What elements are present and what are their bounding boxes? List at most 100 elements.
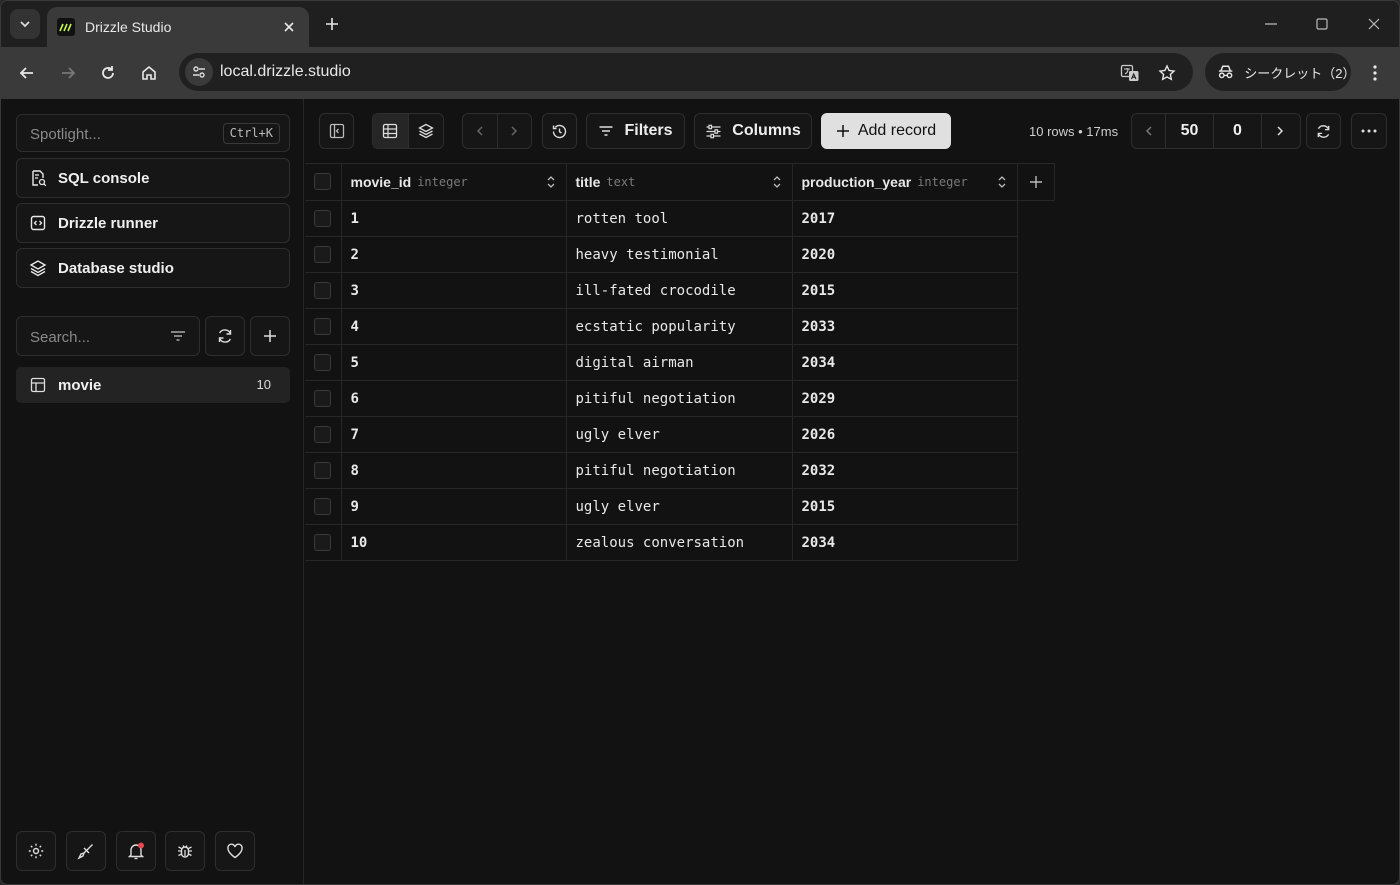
cell-title[interactable]: rotten tool bbox=[565, 200, 793, 237]
add-record-button[interactable]: Add record bbox=[821, 113, 951, 149]
translate-icon[interactable] bbox=[1119, 62, 1141, 84]
table-row[interactable]: 7 ugly elver 2026 bbox=[305, 416, 1054, 453]
reload-icon[interactable] bbox=[94, 59, 122, 87]
row-checkbox[interactable] bbox=[314, 209, 331, 227]
close-tab-icon[interactable] bbox=[279, 17, 299, 37]
structure-view-button[interactable] bbox=[409, 114, 444, 148]
cell-movie-id[interactable]: 5 bbox=[340, 344, 567, 381]
browser-menu-icon[interactable] bbox=[1363, 59, 1387, 87]
row-checkbox[interactable] bbox=[314, 533, 331, 551]
cell-movie-id[interactable]: 4 bbox=[340, 308, 567, 345]
filter-icon[interactable] bbox=[169, 327, 187, 345]
table-row[interactable]: 2 heavy testimonial 2020 bbox=[305, 236, 1054, 273]
row-checkbox[interactable] bbox=[314, 317, 331, 335]
cell-movie-id[interactable]: 1 bbox=[340, 200, 567, 237]
row-checkbox[interactable] bbox=[314, 245, 331, 263]
row-checkbox[interactable] bbox=[314, 461, 331, 479]
column-header-title[interactable]: title text bbox=[565, 163, 793, 201]
window-close-icon[interactable] bbox=[1361, 11, 1387, 37]
cell-title[interactable]: digital airman bbox=[565, 344, 793, 381]
table-row[interactable]: 6 pitiful negotiation 2029 bbox=[305, 380, 1054, 417]
cell-title[interactable]: ugly elver bbox=[565, 488, 793, 525]
cell-title[interactable]: ill-fated crocodile bbox=[565, 272, 793, 309]
table-row[interactable]: 1 rotten tool 2017 bbox=[305, 200, 1054, 237]
cell-production-year[interactable]: 2026 bbox=[791, 416, 1018, 453]
sql-console-button[interactable]: SQL console bbox=[16, 158, 290, 198]
theme-button[interactable] bbox=[66, 831, 106, 871]
minimize-icon[interactable] bbox=[1258, 11, 1284, 37]
cell-production-year[interactable]: 2017 bbox=[791, 200, 1018, 237]
maximize-icon[interactable] bbox=[1309, 11, 1335, 37]
cell-title[interactable]: ugly elver bbox=[565, 416, 793, 453]
select-all-checkbox[interactable] bbox=[314, 173, 331, 191]
spotlight-search[interactable]: Spotlight... Ctrl+K bbox=[16, 114, 290, 152]
cell-production-year[interactable]: 2033 bbox=[791, 308, 1018, 345]
incognito-indicator[interactable]: シークレット（2） bbox=[1205, 53, 1356, 91]
drizzle-runner-button[interactable]: Drizzle runner bbox=[16, 203, 290, 243]
cell-production-year[interactable]: 2029 bbox=[791, 380, 1018, 417]
cell-production-year[interactable]: 2034 bbox=[791, 524, 1018, 561]
bookmark-star-icon[interactable] bbox=[1156, 62, 1178, 84]
table-search-input[interactable]: Search... bbox=[16, 316, 200, 356]
new-tab-icon[interactable] bbox=[319, 11, 345, 37]
back-icon[interactable] bbox=[13, 59, 41, 87]
table-row[interactable]: 8 pitiful negotiation 2032 bbox=[305, 452, 1054, 489]
nav-back-button[interactable] bbox=[463, 114, 498, 148]
row-checkbox[interactable] bbox=[314, 389, 331, 407]
sort-icon[interactable] bbox=[772, 175, 782, 189]
forward-icon[interactable] bbox=[54, 59, 82, 87]
tab-search-button[interactable] bbox=[10, 9, 40, 39]
cell-title[interactable]: pitiful negotiation bbox=[565, 452, 793, 489]
sort-icon[interactable] bbox=[997, 175, 1007, 189]
cell-title[interactable]: ecstatic popularity bbox=[565, 308, 793, 345]
sort-icon[interactable] bbox=[546, 175, 556, 189]
offset-input[interactable]: 0 bbox=[1214, 114, 1262, 148]
table-row[interactable]: 5 digital airman 2034 bbox=[305, 344, 1054, 381]
cell-movie-id[interactable]: 7 bbox=[340, 416, 567, 453]
home-icon[interactable] bbox=[135, 59, 163, 87]
nav-forward-button[interactable] bbox=[498, 114, 532, 148]
more-options-button[interactable] bbox=[1351, 113, 1387, 149]
table-row[interactable]: 3 ill-fated crocodile 2015 bbox=[305, 272, 1054, 309]
prev-page-button[interactable] bbox=[1132, 114, 1166, 148]
settings-button[interactable] bbox=[16, 831, 56, 871]
column-header-movie-id[interactable]: movie_id integer bbox=[340, 163, 567, 201]
cell-production-year[interactable]: 2034 bbox=[791, 344, 1018, 381]
history-button[interactable] bbox=[542, 113, 577, 149]
cell-movie-id[interactable]: 2 bbox=[340, 236, 567, 273]
table-row[interactable]: 4 ecstatic popularity 2033 bbox=[305, 308, 1054, 345]
cell-production-year[interactable]: 2020 bbox=[791, 236, 1018, 273]
cell-movie-id[interactable]: 6 bbox=[340, 380, 567, 417]
add-table-button[interactable] bbox=[250, 316, 290, 356]
cell-movie-id[interactable]: 9 bbox=[340, 488, 567, 525]
cell-production-year[interactable]: 2015 bbox=[791, 272, 1018, 309]
site-info-icon[interactable] bbox=[185, 58, 213, 86]
columns-button[interactable]: Columns bbox=[694, 113, 812, 149]
add-column-button[interactable] bbox=[1018, 164, 1054, 200]
cell-title[interactable]: pitiful negotiation bbox=[565, 380, 793, 417]
refresh-tables-button[interactable] bbox=[205, 316, 245, 356]
row-checkbox[interactable] bbox=[314, 353, 331, 371]
table-row[interactable]: 9 ugly elver 2015 bbox=[305, 488, 1054, 525]
address-bar[interactable]: local.drizzle.studio bbox=[179, 53, 1193, 91]
limit-input[interactable]: 50 bbox=[1166, 114, 1214, 148]
cell-title[interactable]: heavy testimonial bbox=[565, 236, 793, 273]
cell-movie-id[interactable]: 3 bbox=[340, 272, 567, 309]
sponsor-button[interactable] bbox=[215, 831, 255, 871]
column-header-production-year[interactable]: production_year integer bbox=[791, 163, 1018, 201]
database-studio-button[interactable]: Database studio bbox=[16, 248, 290, 288]
next-page-button[interactable] bbox=[1262, 114, 1298, 148]
notifications-button[interactable] bbox=[116, 831, 156, 871]
row-checkbox[interactable] bbox=[314, 281, 331, 299]
cell-title[interactable]: zealous conversation bbox=[565, 524, 793, 561]
cell-movie-id[interactable]: 10 bbox=[340, 524, 567, 561]
cell-production-year[interactable]: 2032 bbox=[791, 452, 1018, 489]
toggle-sidebar-button[interactable] bbox=[319, 113, 354, 149]
cell-production-year[interactable]: 2015 bbox=[791, 488, 1018, 525]
browser-tab[interactable]: Drizzle Studio bbox=[47, 7, 309, 47]
sidebar-table-movie[interactable]: movie 10 bbox=[16, 367, 290, 403]
table-row[interactable]: 10 zealous conversation 2034 bbox=[305, 524, 1054, 561]
report-bug-button[interactable] bbox=[165, 831, 205, 871]
cell-movie-id[interactable]: 8 bbox=[340, 452, 567, 489]
filters-button[interactable]: Filters bbox=[586, 113, 685, 149]
